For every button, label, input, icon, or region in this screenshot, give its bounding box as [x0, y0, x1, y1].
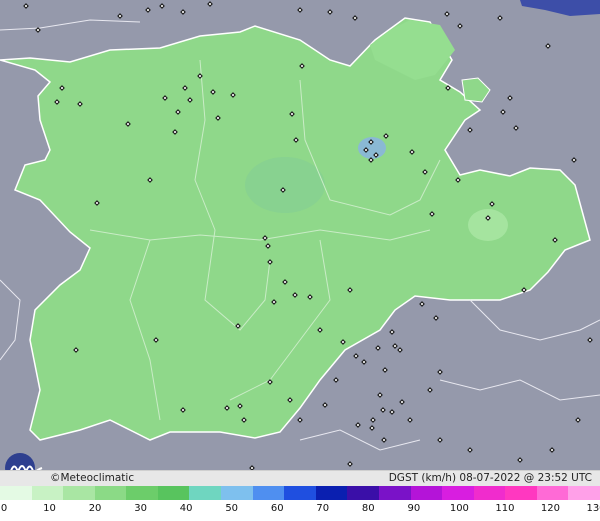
- legend-swatch: [347, 486, 379, 500]
- legend-swatch: [94, 486, 127, 500]
- legend-ticks: 0 10 20 30 40 50 60 70 80 90 100 110 120 130: [0, 502, 600, 520]
- legend-swatch: [63, 486, 95, 500]
- legend-tick-label: 100: [449, 503, 469, 514]
- legend-swatch: [315, 486, 348, 500]
- legend-swatch: [568, 486, 600, 500]
- legend-swatch: [126, 486, 158, 500]
- legend-tick-label: 50: [225, 503, 239, 514]
- map-caption: DGST (km/h) 08-07-2022 @ 23:52 UTC: [388, 472, 592, 484]
- map-footer: ©Meteoclimatic DGST (km/h) 08-07-2022 @ …: [0, 470, 600, 487]
- legend-swatch: [252, 486, 285, 500]
- legend-swatch: [378, 486, 411, 500]
- legend-swatch: [442, 486, 474, 500]
- calm-zone: [468, 209, 508, 241]
- legend-swatch: [473, 486, 506, 500]
- legend-tick-label: 70: [316, 503, 330, 514]
- gust-zone: [245, 157, 325, 213]
- legend-tick-label: 30: [134, 503, 147, 514]
- map-viewport: ©Meteoclimatic DGST (km/h) 08-07-2022 @ …: [0, 0, 600, 521]
- legend-tick-label: 60: [270, 503, 284, 514]
- legend-swatch: [536, 486, 569, 500]
- legend-tick-label: 110: [495, 503, 515, 514]
- legend-swatch: [410, 486, 443, 500]
- legend-swatch: [189, 486, 222, 500]
- legend-tick-label: 90: [407, 503, 421, 514]
- legend-tick-label: 130: [586, 503, 600, 514]
- legend-tick-label: 0: [0, 503, 8, 514]
- copyright-credit[interactable]: ©Meteoclimatic: [50, 472, 134, 484]
- wind-gust-map: [0, 0, 600, 470]
- legend-tick-label: 40: [179, 503, 193, 514]
- legend-tick-label: 10: [43, 503, 56, 514]
- legend-swatch: [0, 486, 32, 500]
- legend-tick-label: 20: [88, 503, 102, 514]
- legend-tick-label: 120: [540, 503, 560, 514]
- gust-speed-legend: 0 10 20 30 40 50 60 70 80 90 100 110 120 130: [0, 486, 600, 521]
- legend-swatch: [505, 486, 537, 500]
- legend-swatch: [157, 486, 190, 500]
- legend-swatch: [221, 486, 253, 500]
- legend-tick-label: 80: [361, 503, 375, 514]
- legend-swatch: [31, 486, 64, 500]
- legend-swatch: [284, 486, 316, 500]
- legend-color-bar: [0, 486, 600, 500]
